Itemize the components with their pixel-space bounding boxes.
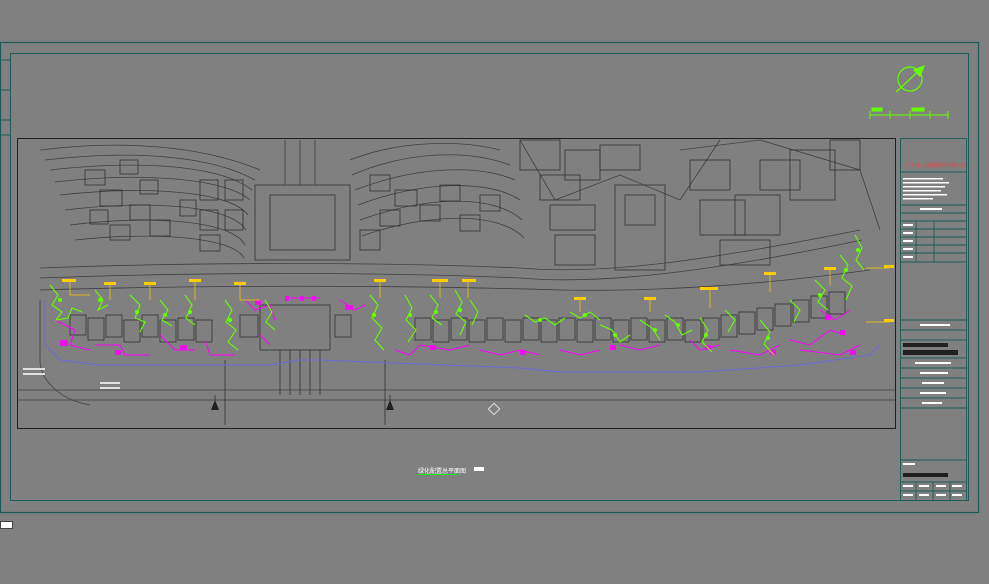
company-name: 广州土人景观顾问有限公司 — [906, 163, 967, 169]
planting-layer — [49, 234, 865, 356]
paving-fill — [60, 296, 856, 355]
caption-underline — [418, 474, 457, 475]
cad-canvas — [0, 41, 980, 514]
north-arrow-icon — [895, 64, 926, 93]
caption-scale-block — [474, 467, 484, 471]
site-boundary — [44, 300, 881, 373]
terrace-houses — [69, 291, 846, 351]
cad-viewport[interactable]: 广州土人景观顾问有限公司 绿化配置总平面图 — [0, 0, 989, 584]
binding-strip — [0, 59, 10, 136]
sheet-outer-border — [0, 41, 980, 514]
title-block-text-marks — [903, 178, 962, 496]
entry-arrow-icon — [211, 400, 394, 410]
label-tags — [62, 265, 894, 322]
title-block — [900, 138, 967, 501]
road-labels — [23, 368, 501, 416]
building-footprints — [84, 139, 861, 271]
command-line-input[interactable] — [0, 521, 13, 529]
scale-bar-icon — [869, 107, 949, 119]
